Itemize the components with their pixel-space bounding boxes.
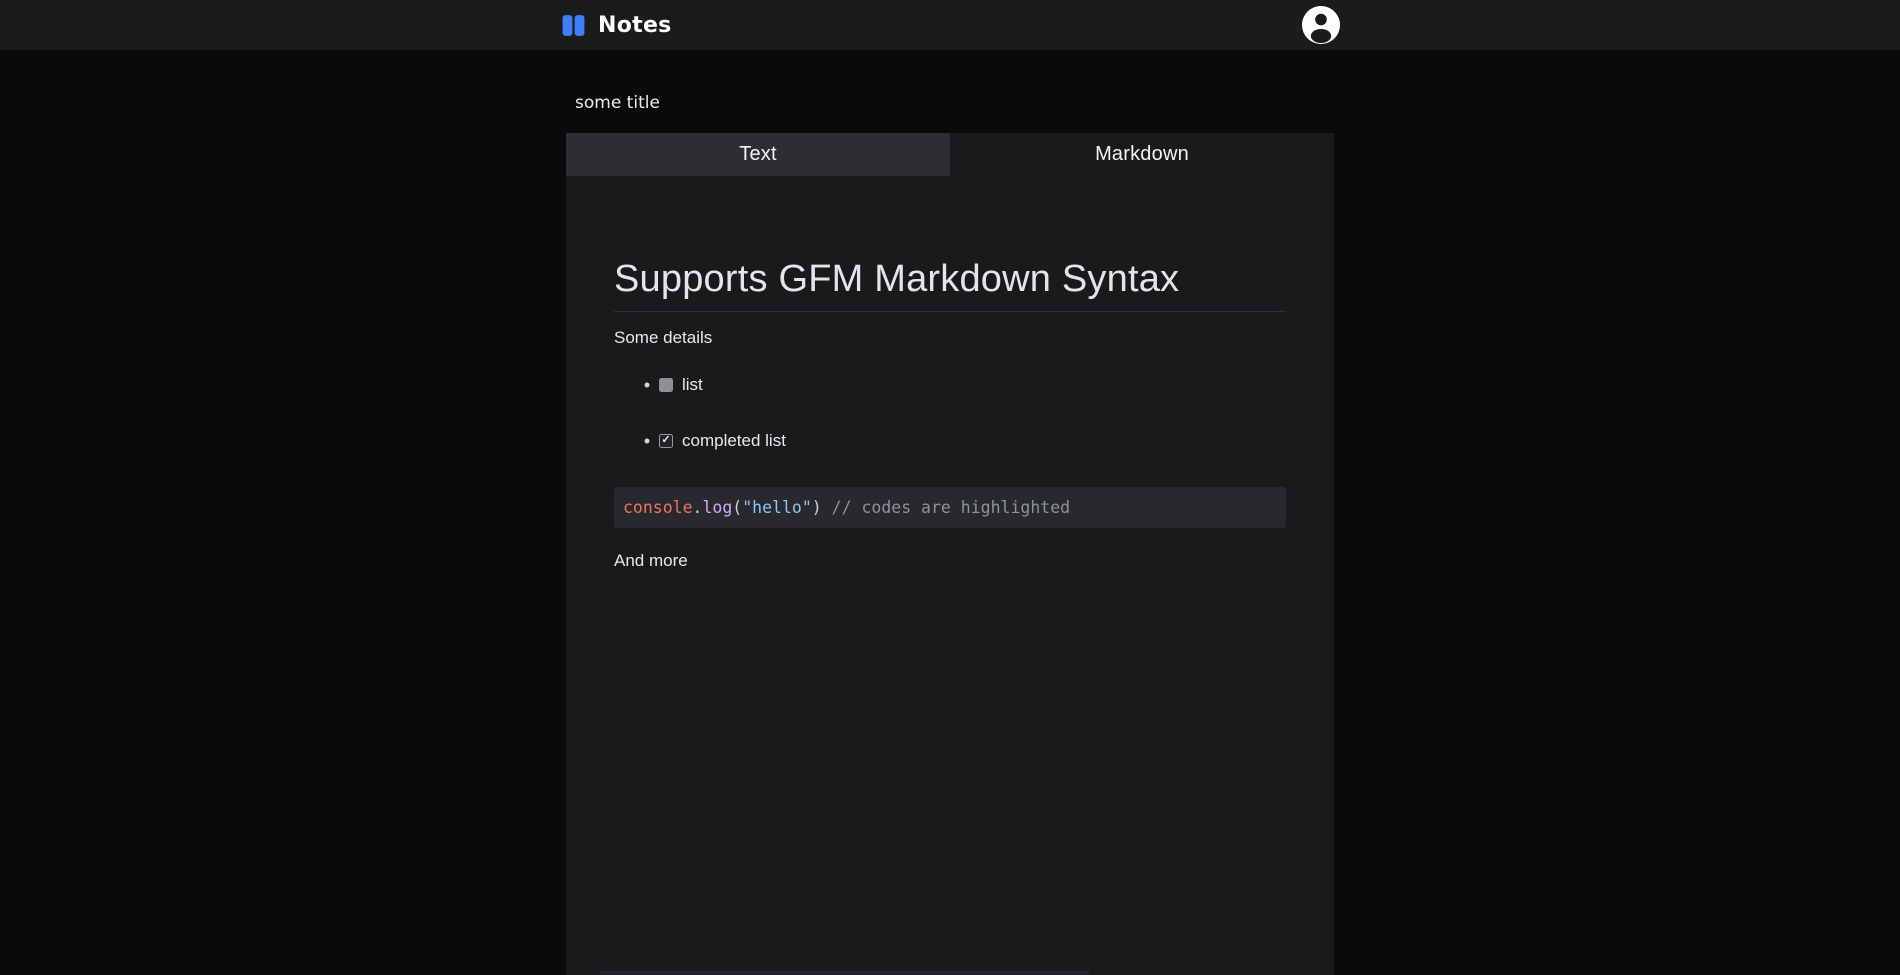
code-token: . [693,498,703,517]
preview-heading: Supports GFM Markdown Syntax [614,258,1286,312]
code-line: console.log("hello") // codes are highli… [623,498,1070,517]
task-list-item-label: completed list [682,431,786,451]
checkbox-checked-icon: ✓ [659,434,673,448]
task-list: list ✓ completed list [614,375,1286,451]
code-token: // codes are highlighted [832,498,1070,517]
task-list-item: ✓ completed list [659,431,1286,451]
tab-markdown[interactable]: Markdown [950,133,1334,176]
tab-bar: Text Markdown [566,133,1334,176]
brand: Notes [560,12,672,39]
code-token: console [623,498,693,517]
task-list-item-label: list [682,375,703,395]
code-token [822,498,832,517]
header-inner: Notes [560,0,1340,50]
code-token: "hello" [742,498,812,517]
task-list-item: list [659,375,1286,395]
tab-text[interactable]: Text [566,133,950,176]
note-title-input[interactable] [566,85,1334,121]
code-block: console.log("hello") // codes are highli… [614,487,1286,528]
preview-closing-paragraph: And more [614,550,1286,571]
main: Text Markdown Supports GFM Markdown Synt… [0,85,1900,975]
markdown-preview-panel: Supports GFM Markdown Syntax Some detail… [566,176,1334,975]
code-token: ) [812,498,822,517]
note-container: Text Markdown Supports GFM Markdown Synt… [566,85,1334,975]
checkbox-unchecked-icon [659,378,673,392]
user-avatar-button[interactable] [1302,6,1340,44]
preview-paragraph: Some details [614,327,1286,348]
app-header: Notes [0,0,1900,50]
code-token: ( [732,498,742,517]
open-book-icon [560,12,587,39]
code-token: log [702,498,732,517]
app-title: Notes [598,13,672,38]
user-avatar-icon [1302,6,1340,44]
scrolled-element-edge [600,971,1089,975]
